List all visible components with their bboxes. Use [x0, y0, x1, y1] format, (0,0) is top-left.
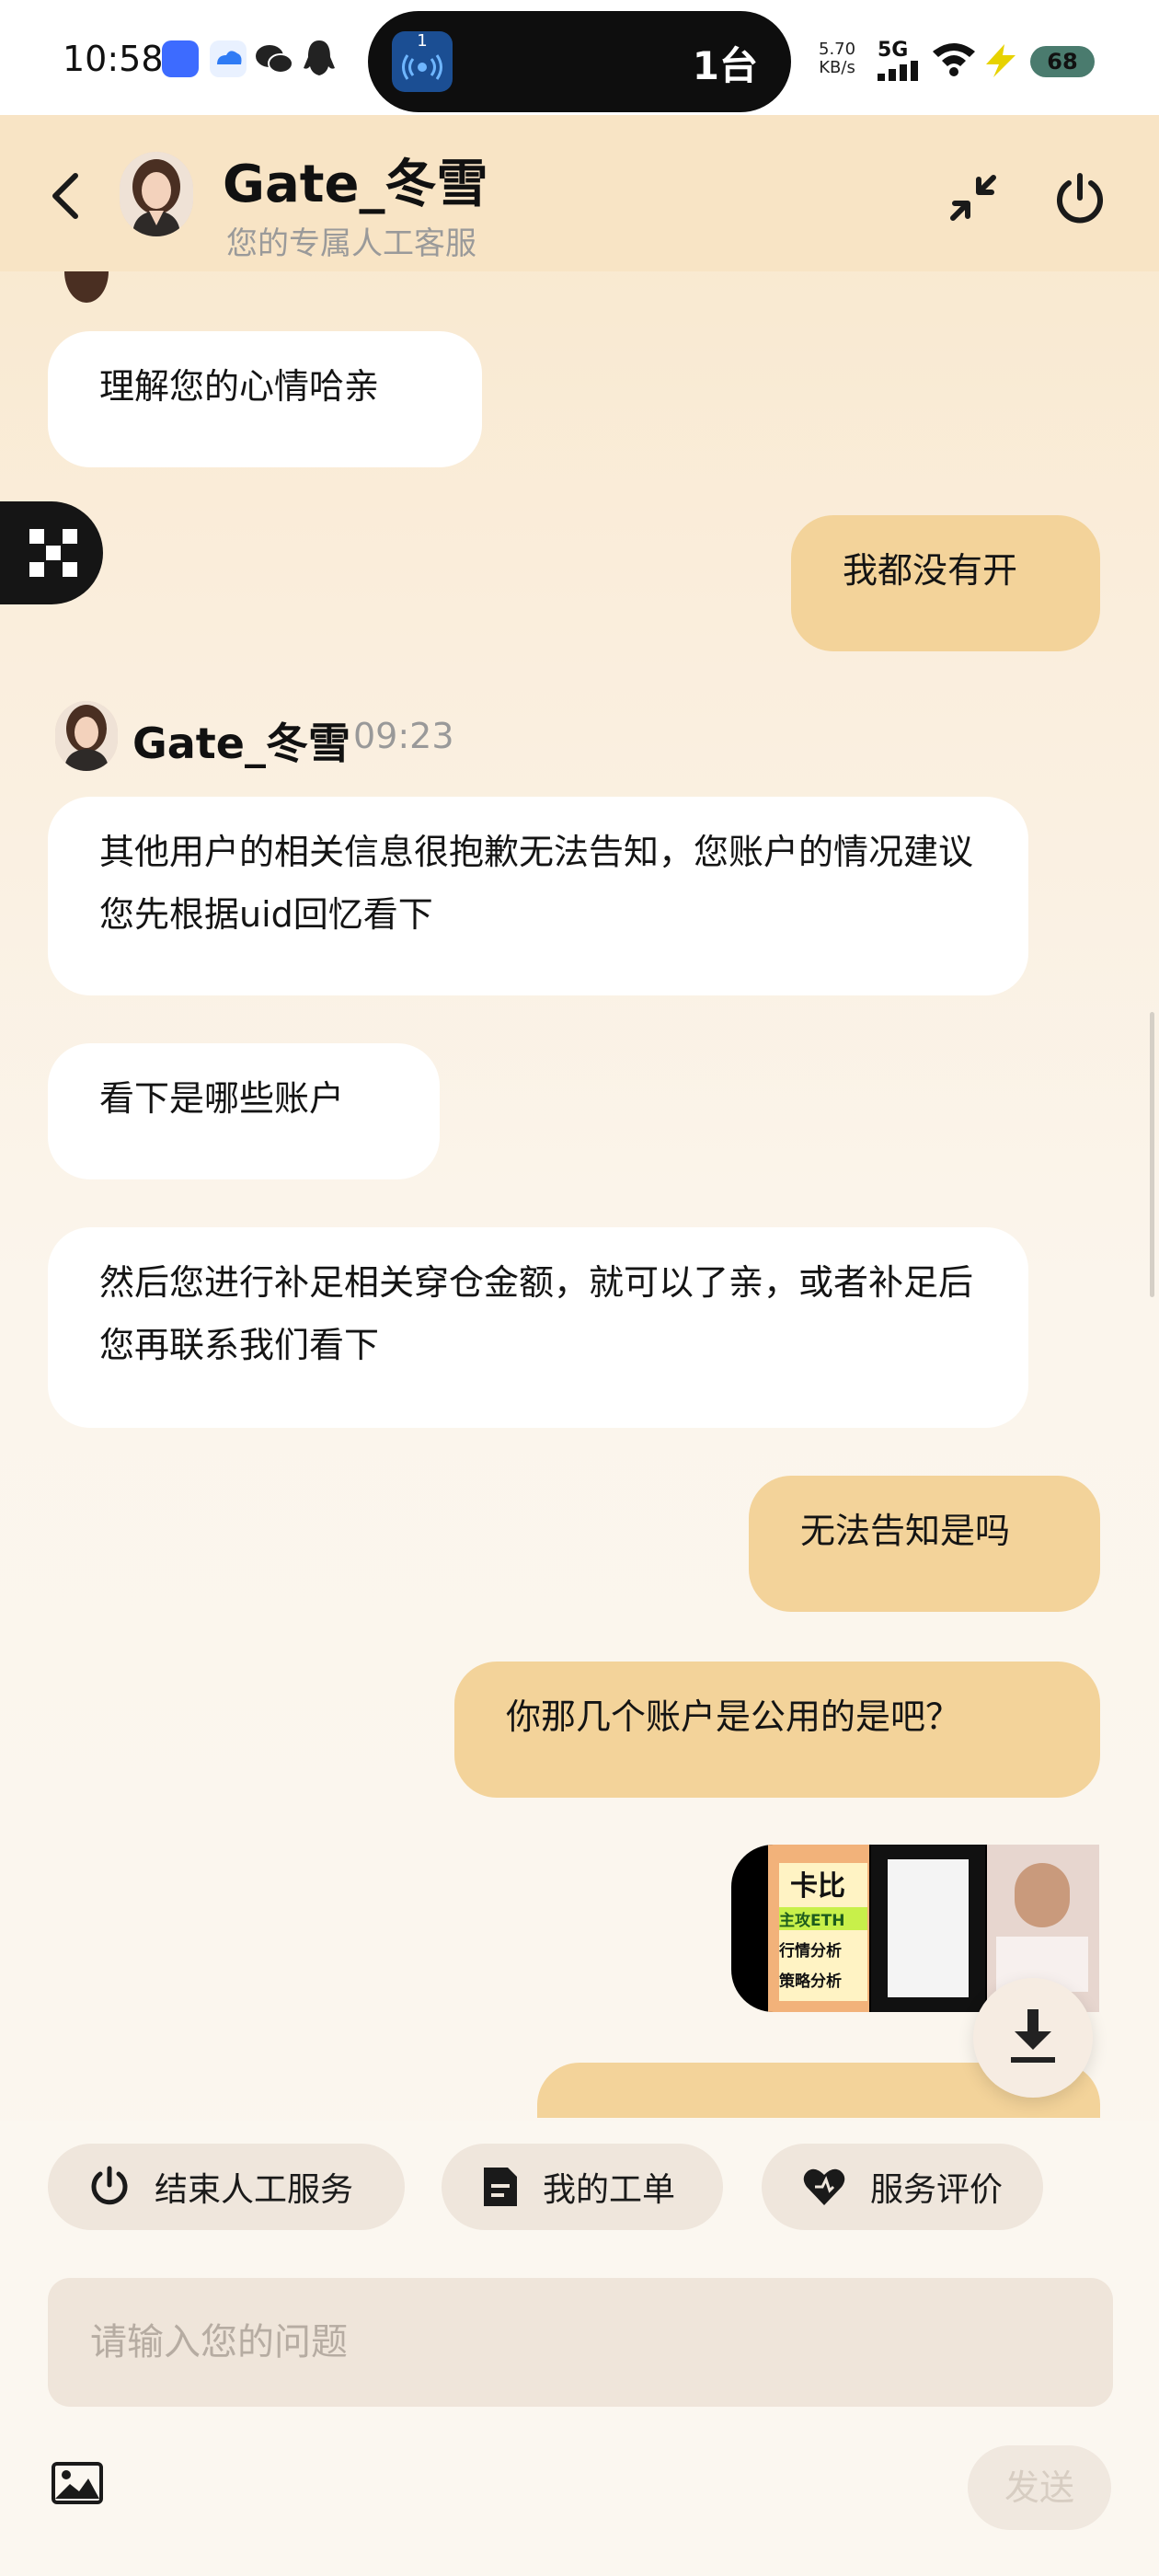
download-button[interactable]: [973, 1978, 1093, 2098]
minimize-icon[interactable]: [947, 172, 999, 227]
net-speed-value: 5.70: [819, 40, 856, 59]
agent-name-title: Gate_冬雪: [223, 155, 488, 214]
network-speed: 5.70 KB/s: [819, 40, 855, 77]
my-tickets-label: 我的工单: [543, 2171, 676, 2209]
rate-service-label: 服务评价: [870, 2171, 1004, 2209]
island-icon-digit: 1: [417, 31, 428, 51]
thumb-text-line: 行情分析: [779, 1942, 842, 1961]
thumb-text-title: 卡比: [790, 1870, 845, 1903]
status-time: 10:58: [63, 39, 164, 79]
agent-avatar-small: [55, 701, 118, 771]
power-end-icon[interactable]: [1052, 172, 1107, 231]
heart-rating-icon: [803, 2168, 845, 2205]
qr-code-icon: [29, 529, 77, 577]
agent-avatar-partial: [57, 271, 116, 308]
app-notification-icon: [162, 40, 199, 77]
end-service-label: 结束人工服务: [155, 2171, 354, 2209]
thumb-text-line: 主攻ETH: [779, 1907, 867, 1930]
power-saving-icon: [982, 44, 1019, 81]
battery-indicator: 68: [1030, 46, 1095, 77]
image-upload-icon[interactable]: [52, 2462, 103, 2508]
send-button[interactable]: 发送: [968, 2445, 1111, 2530]
signal-bars-icon: [878, 61, 920, 85]
message-timestamp: 09:23: [353, 716, 454, 756]
broadcast-icon: 1: [392, 31, 453, 92]
user-message-bubble: 你那几个账户是公用的是吧？: [454, 1662, 1100, 1798]
document-icon: [484, 2168, 517, 2206]
signal-type-label: 5G: [878, 39, 909, 62]
agent-message-bubble: 看下是哪些账户: [48, 1043, 440, 1179]
agent-message-bubble: 理解您的心情哈亲: [48, 331, 482, 467]
power-icon: [91, 2166, 128, 2205]
status-bar: 10:58 1 1台 5.70 KB/s 5G 68: [0, 0, 1159, 115]
qq-icon: [302, 39, 337, 83]
cloud-app-icon: [210, 40, 247, 77]
agent-message-bubble: 其他用户的相关信息很抱歉无法告知，您账户的情况建议您先根据uid回忆看下: [48, 797, 1028, 995]
chat-scrollbar[interactable]: [1150, 1012, 1154, 1297]
user-message-bubble: 无法告知是吗: [749, 1476, 1100, 1612]
rate-service-button[interactable]: 服务评价: [762, 2144, 1043, 2230]
agent-subtitle: 您的专属人工客服: [226, 225, 476, 262]
end-service-button[interactable]: 结束人工服务: [48, 2144, 405, 2230]
agent-message-bubble: 然后您进行补足相关穿仓金额，就可以了亲，或者补足后您再联系我们看下: [48, 1227, 1028, 1428]
download-icon: [1011, 2009, 1055, 2063]
floating-qr-widget[interactable]: [0, 501, 103, 604]
thumb-text-line: 策略分析: [779, 1972, 842, 1991]
user-message-bubble: 我都没有开: [791, 515, 1100, 651]
message-input[interactable]: 请输入您的问题: [48, 2278, 1113, 2407]
chat-header: Gate_冬雪 您的专属人工客服: [0, 115, 1159, 271]
dynamic-island: 1 1台: [368, 11, 791, 112]
back-button[interactable]: [48, 170, 85, 225]
wifi-icon: [931, 40, 977, 81]
agent-avatar: [120, 152, 193, 236]
wechat-icon: [254, 40, 294, 81]
sender-name: Gate_冬雪: [132, 719, 350, 768]
my-tickets-button[interactable]: 我的工单: [442, 2144, 723, 2230]
net-speed-unit: KB/s: [819, 58, 855, 77]
island-text: 1台: [692, 43, 758, 88]
